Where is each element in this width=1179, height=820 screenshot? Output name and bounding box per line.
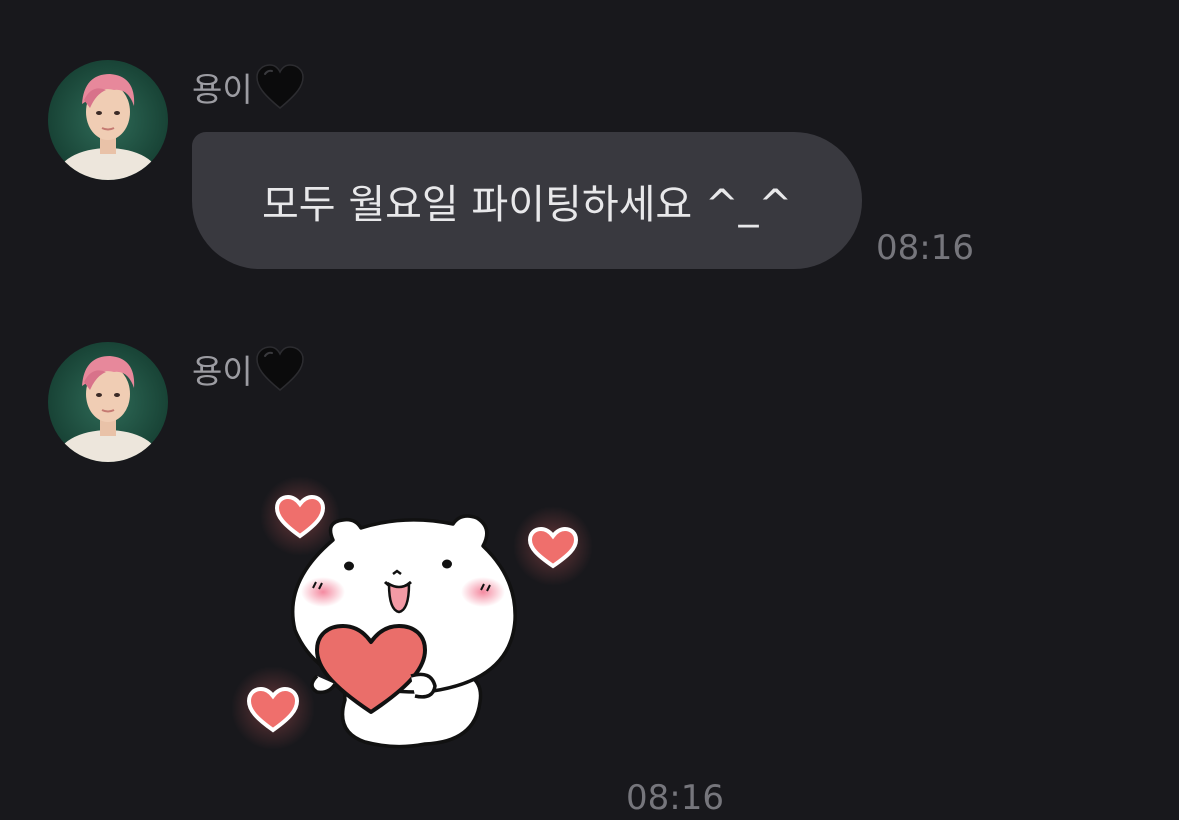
avatar[interactable] (48, 342, 168, 462)
black-heart-icon (255, 64, 305, 110)
sender-name: 용이 (192, 62, 305, 112)
chat-view[interactable]: 용이 모두 월요일 파이팅하세요 ^_^ 08:16 용이 08:16 (0, 0, 1179, 820)
avatar-photo-icon (48, 342, 168, 462)
avatar-photo-icon (48, 60, 168, 180)
floating-heart-icon (513, 506, 593, 586)
avatar[interactable] (48, 60, 168, 180)
message-text: 모두 월요일 파이팅하세요 ^_^ (262, 181, 792, 228)
message-bubble[interactable]: 모두 월요일 파이팅하세요 ^_^ (192, 132, 862, 269)
sender-name-text: 용이 (192, 70, 253, 109)
floating-heart-icon (231, 666, 315, 750)
message-time: 08:16 (876, 228, 974, 268)
sender-name: 용이 (192, 344, 305, 394)
message-time: 08:16 (626, 778, 724, 818)
bear-heart-sticker[interactable] (225, 470, 595, 760)
black-heart-icon (255, 346, 305, 392)
sender-name-text: 용이 (192, 352, 253, 391)
